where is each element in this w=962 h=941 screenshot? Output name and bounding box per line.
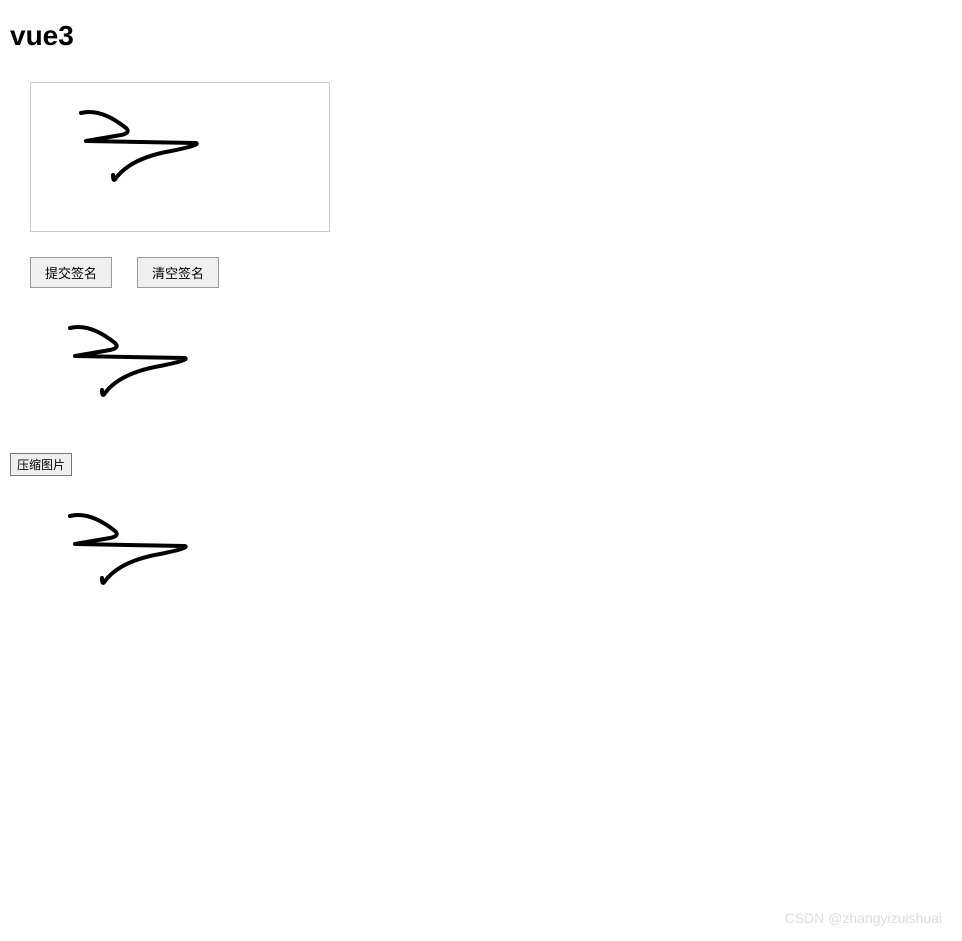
compress-button-container: 压缩图片 bbox=[10, 453, 952, 476]
signature-preview-image bbox=[40, 313, 240, 413]
signature-drawing bbox=[31, 83, 331, 233]
compressed-image bbox=[40, 501, 240, 601]
preview-signature-drawing bbox=[40, 313, 240, 413]
signature-stroke bbox=[81, 112, 197, 180]
button-row: 提交签名 清空签名 bbox=[30, 257, 952, 288]
signature-canvas-container bbox=[30, 82, 952, 232]
signature-canvas[interactable] bbox=[30, 82, 330, 232]
compressed-signature-drawing bbox=[40, 501, 240, 601]
compressed-signature-stroke bbox=[70, 515, 186, 583]
submit-signature-button[interactable]: 提交签名 bbox=[30, 257, 112, 288]
watermark-text: CSDN @zhangyizuishuai bbox=[785, 910, 942, 926]
page-title: vue3 bbox=[10, 20, 952, 52]
compress-image-button[interactable]: 压缩图片 bbox=[10, 453, 72, 476]
clear-signature-button[interactable]: 清空签名 bbox=[137, 257, 219, 288]
preview-signature-stroke bbox=[70, 327, 186, 395]
